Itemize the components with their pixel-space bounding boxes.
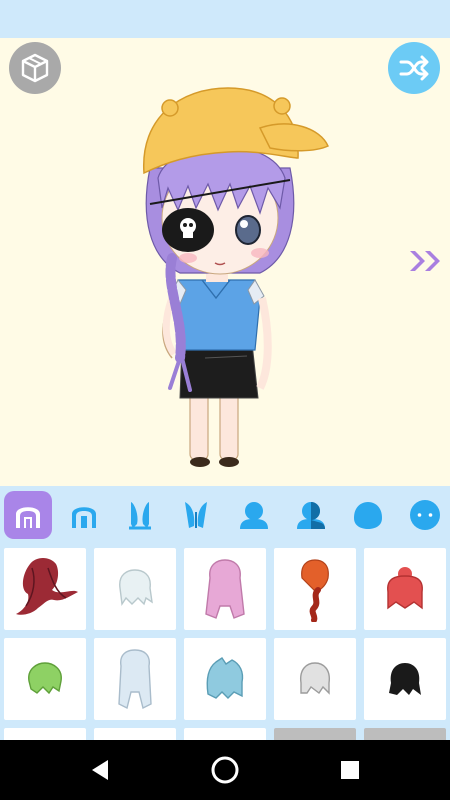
- hair-preview-icon: [389, 663, 421, 695]
- hair-option[interactable]: [94, 638, 176, 720]
- front-hair-icon: [16, 507, 40, 528]
- hair-preview-icon: [118, 649, 152, 710]
- randomize-button[interactable]: [388, 42, 440, 94]
- tab-body-half[interactable]: [287, 491, 335, 539]
- home-circle-icon: [211, 756, 239, 784]
- hair-option[interactable]: [364, 728, 446, 740]
- hair-option[interactable]: [184, 638, 266, 720]
- hair-preview-icon: [206, 657, 244, 699]
- hair-option[interactable]: [4, 638, 86, 720]
- hair-preview-icon: [205, 559, 245, 619]
- hair-preview-icon: [300, 662, 330, 695]
- view-3d-button[interactable]: [9, 42, 61, 94]
- hair-option[interactable]: [364, 638, 446, 720]
- shuffle-icon: [399, 55, 429, 81]
- recents-button[interactable]: [334, 754, 366, 786]
- tab-head-shape[interactable]: [344, 491, 392, 539]
- hair-option[interactable]: [4, 548, 86, 630]
- back-button[interactable]: [84, 754, 116, 786]
- hair-preview-icon: [119, 569, 153, 606]
- tab-side-hair[interactable]: [60, 491, 108, 539]
- hair-preview-icon: [28, 662, 62, 695]
- hair-option[interactable]: [184, 728, 266, 740]
- status-bar: [0, 0, 450, 38]
- recents-square-icon: [341, 761, 359, 779]
- body-silhouette-icon: [240, 502, 268, 529]
- hair-option[interactable]: [4, 728, 86, 740]
- chibi-character: [143, 87, 329, 467]
- tab-body[interactable]: [230, 491, 278, 539]
- tab-bunny-ears-alt[interactable]: [172, 491, 220, 539]
- face-icon: [410, 500, 440, 530]
- hair-option[interactable]: [94, 548, 176, 630]
- hair-option[interactable]: [274, 638, 356, 720]
- hair-option[interactable]: [364, 548, 446, 630]
- tab-face[interactable]: [401, 491, 449, 539]
- cube-icon: [21, 53, 49, 83]
- tab-front-hair[interactable]: [4, 491, 52, 539]
- hair-option[interactable]: [184, 548, 266, 630]
- home-button[interactable]: [209, 754, 241, 786]
- next-arrow-button[interactable]: [406, 248, 446, 274]
- category-tabs: [0, 486, 450, 544]
- hair-options-grid: [0, 544, 450, 740]
- hair-preview-icon: [301, 559, 329, 622]
- character-stage: [0, 38, 450, 486]
- tab-bunny-ears[interactable]: [116, 491, 164, 539]
- head-shape-icon: [354, 502, 382, 529]
- bunny-ears-alt-icon: [185, 502, 207, 528]
- hair-option[interactable]: [274, 548, 356, 630]
- back-triangle-icon: [92, 760, 108, 780]
- system-navigation-bar: [0, 740, 450, 800]
- bunny-ears-icon: [129, 502, 151, 530]
- hair-option[interactable]: [274, 728, 356, 740]
- hair-preview-icon: [16, 558, 78, 615]
- hair-option[interactable]: [94, 728, 176, 740]
- hair-preview-icon: [387, 567, 423, 610]
- side-hair-icon: [72, 507, 96, 528]
- body-half-icon: [297, 502, 325, 529]
